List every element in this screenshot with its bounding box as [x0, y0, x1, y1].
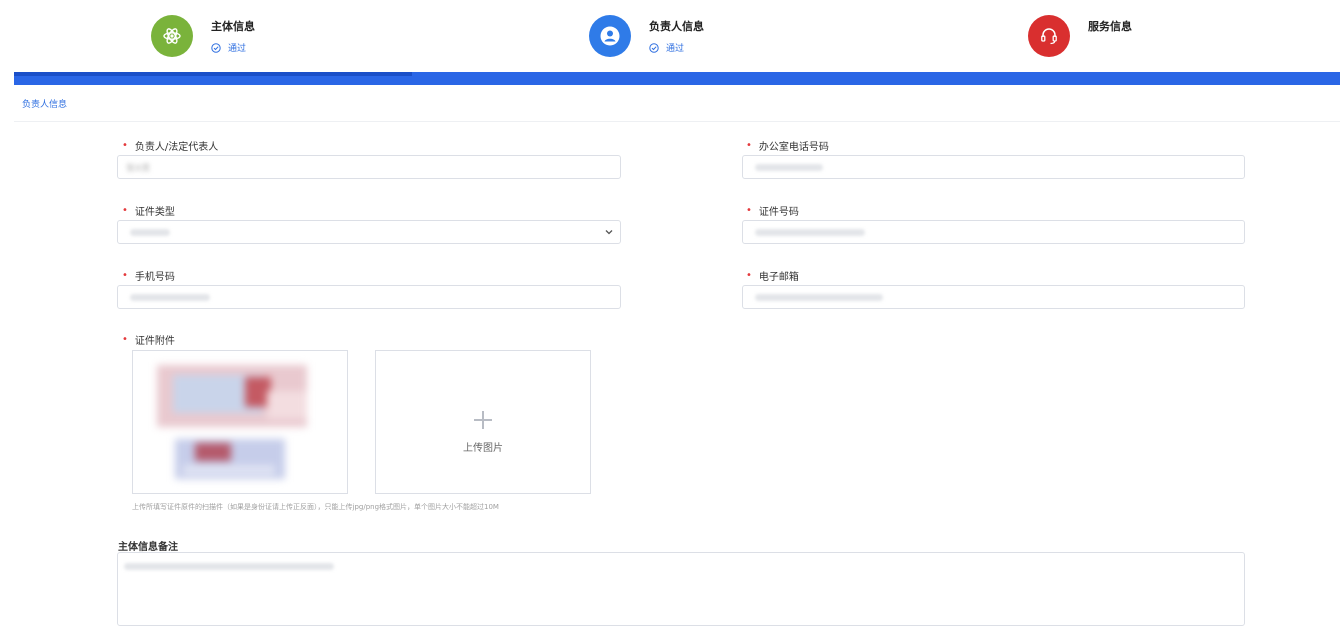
blurred-value — [124, 563, 334, 570]
section-title: 负责人信息 — [22, 100, 68, 110]
remark-textarea[interactable] — [117, 552, 1245, 626]
id-type-label-text: 证件类型 — [134, 207, 175, 218]
legal-rep-input[interactable]: 张X资 — [117, 155, 621, 179]
headset-icon — [1028, 15, 1070, 57]
blurred-value — [755, 228, 865, 236]
legal-rep-label: • 负责人/法定代表人 — [122, 138, 218, 153]
legal-rep-value: 张X资 — [126, 163, 151, 174]
required-mark: • — [122, 140, 128, 151]
legal-rep-label-text: 负责人/法定代表人 — [134, 142, 219, 153]
upload-image-button[interactable]: 上传图片 — [375, 350, 591, 494]
attachment-label-text: 证件附件 — [134, 336, 175, 347]
step-status-text: 通过 — [228, 44, 247, 54]
blurred-value — [130, 293, 210, 301]
check-circle-icon — [211, 42, 221, 53]
required-mark: • — [122, 334, 128, 345]
step-status: 通过 — [649, 41, 704, 54]
mobile-label-text: 手机号码 — [134, 272, 175, 283]
progress-fill — [14, 72, 412, 76]
mobile-input[interactable] — [117, 285, 621, 309]
office-phone-input[interactable] — [742, 155, 1245, 179]
required-mark: • — [746, 205, 752, 216]
id-number-label-text: 证件号码 — [758, 207, 799, 218]
office-phone-label: • 办公室电话号码 — [746, 138, 829, 153]
step-title: 服务信息 — [1088, 20, 1132, 33]
step-status: 通过 — [211, 41, 255, 54]
attachment-label: • 证件附件 — [122, 332, 175, 347]
blurred-value — [755, 293, 883, 301]
step-title: 负责人信息 — [649, 20, 704, 33]
id-card-thumbnail — [157, 365, 307, 479]
step-status-text: 通过 — [666, 44, 685, 54]
progress-bar — [14, 72, 1340, 85]
step-owner-info[interactable]: 负责人信息 通过 — [589, 15, 704, 57]
step-indicator: 主体信息 通过 负责人信息 通过 服务信息 — [0, 0, 1344, 72]
step-service-info[interactable]: 服务信息 — [1028, 15, 1132, 57]
id-number-input[interactable] — [742, 220, 1245, 244]
user-icon — [589, 15, 631, 57]
required-mark: • — [746, 140, 752, 151]
email-label: • 电子邮箱 — [746, 268, 799, 283]
required-mark: • — [746, 270, 752, 281]
required-mark: • — [122, 270, 128, 281]
blurred-value — [130, 228, 170, 236]
uploaded-image[interactable] — [132, 350, 348, 494]
plus-icon — [474, 411, 492, 429]
email-label-text: 电子邮箱 — [758, 272, 799, 283]
id-type-select[interactable] — [117, 220, 621, 244]
check-circle-icon — [649, 42, 659, 53]
step-entity-info[interactable]: 主体信息 通过 — [151, 15, 255, 57]
office-phone-label-text: 办公室电话号码 — [758, 142, 829, 153]
required-mark: • — [122, 205, 128, 216]
id-type-label: • 证件类型 — [122, 203, 175, 218]
step-title: 主体信息 — [211, 20, 255, 33]
upload-text: 上传图片 — [463, 443, 503, 454]
atom-icon — [151, 15, 193, 57]
mobile-label: • 手机号码 — [122, 268, 175, 283]
chevron-down-icon — [605, 230, 613, 235]
remark-label: 主体信息备注 — [118, 542, 178, 553]
upload-hint: 上传所填写证件原件的扫描件（如果是身份证请上传正反面），只能上传jpg/png格… — [132, 503, 499, 511]
email-input[interactable] — [742, 285, 1245, 309]
id-number-label: • 证件号码 — [746, 203, 799, 218]
blurred-value — [755, 163, 823, 171]
section-divider — [14, 121, 1340, 122]
